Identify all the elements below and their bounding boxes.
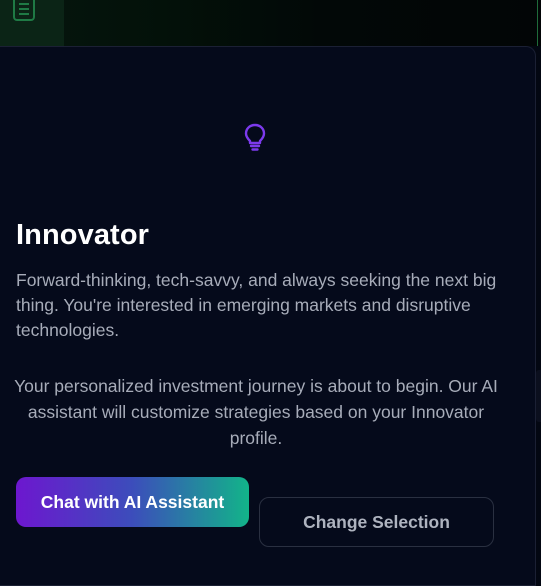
document-icon	[13, 0, 35, 21]
scroll-handle[interactable]	[536, 370, 541, 422]
header-edge	[537, 0, 538, 46]
profile-title: Innovator	[16, 219, 150, 251]
journey-message: Your personalized investment journey is …	[14, 376, 498, 448]
profile-description: Forward-thinking, tech-savvy, and always…	[16, 270, 497, 340]
background-header	[0, 0, 541, 46]
change-selection-button[interactable]: Change Selection	[259, 497, 494, 547]
lightbulb-icon	[244, 123, 266, 151]
chat-with-ai-button[interactable]: Chat with AI Assistant	[16, 477, 249, 527]
